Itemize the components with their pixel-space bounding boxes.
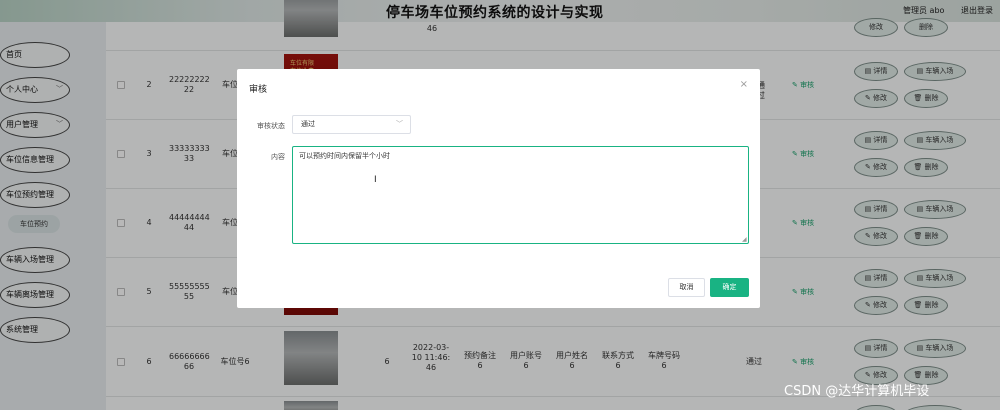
close-icon[interactable]: × xyxy=(740,79,748,90)
dialog-title: 审核 xyxy=(249,85,268,95)
content-label: 内容 xyxy=(271,153,285,161)
audit-status-select[interactable]: 通过 ﹀ xyxy=(292,115,411,134)
chevron-down-icon: ﹀ xyxy=(396,120,403,128)
audit-dialog: 审核 × 审核状态 通过 ﹀ 内容 可以预约时间内保留半个小时 ◢ I 取消 确… xyxy=(237,69,760,308)
text-cursor-icon: I xyxy=(374,175,377,185)
cancel-button[interactable]: 取消 xyxy=(668,278,705,297)
status-label: 审核状态 xyxy=(257,122,285,130)
resize-grip-icon[interactable]: ◢ xyxy=(742,237,748,243)
watermark: CSDN @达华计算机毕设 xyxy=(784,384,930,399)
content-textarea[interactable]: 可以预约时间内保留半个小时 xyxy=(292,146,749,244)
confirm-button[interactable]: 确定 xyxy=(710,278,749,297)
select-value: 通过 xyxy=(301,120,315,128)
